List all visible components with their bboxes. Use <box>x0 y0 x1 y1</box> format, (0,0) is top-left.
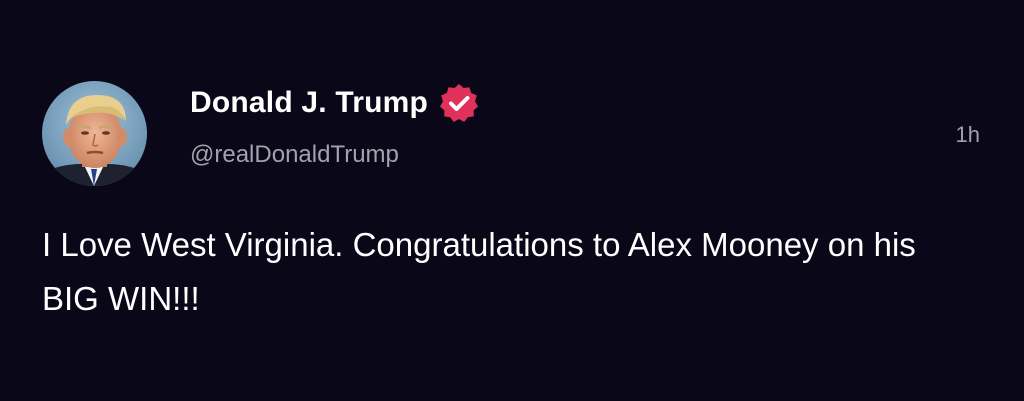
avatar-photo <box>42 81 147 186</box>
author-avatar[interactable] <box>42 81 147 186</box>
author-handle[interactable]: @realDonaldTrump <box>190 141 399 169</box>
post-body-text: I Love West Virginia. Congratulations to… <box>42 226 916 317</box>
post-timestamp[interactable]: 1h <box>956 122 980 148</box>
verified-badge-icon <box>438 82 480 124</box>
author-name-row: Donald J. Trump <box>190 84 480 122</box>
post-card: Donald J. Trump @realDonaldTrump 1h I Lo… <box>0 0 1024 401</box>
author-display-name[interactable]: Donald J. Trump <box>190 86 428 120</box>
